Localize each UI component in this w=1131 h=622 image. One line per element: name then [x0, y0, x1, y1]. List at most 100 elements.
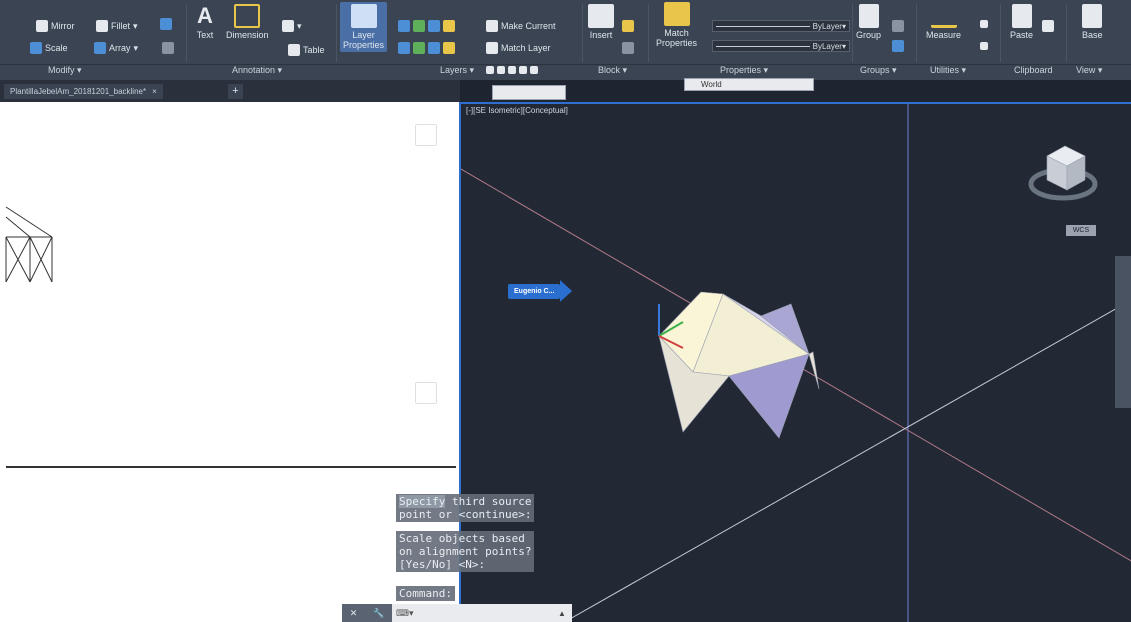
explode-button[interactable]	[162, 42, 174, 54]
layer-lock-icon[interactable]	[428, 20, 440, 32]
edit-block-icon	[622, 42, 634, 54]
dimension-button[interactable]: Dimension	[226, 4, 269, 40]
utilities-panel-label[interactable]: Utilities ▾	[930, 65, 966, 76]
panel-separator	[582, 4, 583, 62]
lineweight-combo[interactable]: ByLayer ▾	[712, 40, 850, 52]
wrench-icon[interactable]: 🔧	[373, 608, 384, 619]
color-square-icon[interactable]	[519, 66, 527, 74]
layer-tools-row2	[398, 42, 455, 54]
match-layer-button[interactable]: Match Layer	[486, 42, 551, 54]
lightbulb-icon[interactable]	[486, 66, 494, 74]
layer-thaw-icon[interactable]	[413, 42, 425, 54]
panel-separator	[186, 4, 187, 62]
layer-properties-icon	[350, 4, 377, 28]
zoom-icon[interactable]	[415, 152, 437, 162]
layer-name-icon[interactable]	[530, 66, 538, 74]
point-button[interactable]	[980, 20, 988, 28]
match-properties-button[interactable]: Match Properties	[656, 2, 697, 48]
block-panel-label[interactable]: Block ▾	[598, 65, 627, 76]
layers-panel-label[interactable]: Layers ▾	[440, 65, 474, 76]
group-icon	[858, 4, 879, 28]
orbit-icon[interactable]	[415, 382, 437, 404]
group-select-icon	[892, 40, 904, 52]
layer-properties-button[interactable]: Layer Properties	[340, 2, 388, 52]
text-button[interactable]: A Text	[192, 4, 218, 41]
ucs-world-combo[interactable]: World	[684, 78, 814, 91]
insert-button[interactable]: Insert	[588, 4, 614, 40]
left-viewport[interactable]	[0, 102, 459, 622]
measure-button[interactable]: Measure	[926, 4, 961, 40]
measure-icon	[930, 4, 957, 28]
fillet-button[interactable]: Fillet ▾	[96, 20, 138, 32]
right-viewport[interactable]	[459, 102, 1131, 622]
annotation-panel-label[interactable]: Annotation ▾	[232, 65, 282, 76]
ribbon: Mirror Fillet ▾ Scale Array ▾ Modify ▾ A…	[0, 0, 1131, 80]
close-icon[interactable]: ✕	[350, 608, 358, 619]
chevron-down-icon: ▾	[841, 21, 846, 31]
dome-model[interactable]	[658, 291, 820, 439]
edit-block-button[interactable]	[622, 42, 634, 54]
left-drawing	[5, 206, 53, 283]
file-tab[interactable]: PlantillaJebelAm_20181201_backline* ×	[4, 84, 163, 99]
layer-freeze-icon[interactable]	[413, 20, 425, 32]
command-input[interactable]: ⌨▾	[392, 608, 558, 619]
group-button[interactable]: Group	[856, 4, 881, 40]
create-block-icon	[622, 20, 634, 32]
layer-unisolate-icon[interactable]	[398, 42, 410, 54]
linetype-combo[interactable]: ByLayer ▾	[712, 20, 850, 32]
paste-button[interactable]: Paste	[1010, 4, 1033, 40]
panel-separator	[852, 4, 853, 62]
viewport-controls-label[interactable]: [-][SE Isometric][Conceptual]	[466, 106, 568, 115]
view-panel-label[interactable]: View ▾	[1076, 65, 1102, 76]
sun-icon[interactable]	[497, 66, 505, 74]
group-select-button[interactable]	[892, 40, 904, 52]
copy-icon	[1042, 20, 1054, 32]
layer-dropdown[interactable]	[492, 85, 566, 100]
lineweight-line	[716, 45, 810, 47]
base-button[interactable]: Base	[1082, 4, 1103, 40]
copy-button[interactable]	[1042, 20, 1054, 32]
paste-icon	[1011, 4, 1032, 28]
chevron-down-icon: ▾	[133, 20, 138, 31]
groups-panel-label[interactable]: Groups ▾	[860, 65, 897, 76]
zoom-extents-icon[interactable]	[415, 410, 437, 420]
file-tab-bar: PlantillaJebelAm_20181201_backline* × +	[0, 80, 460, 102]
layer-unlock-icon[interactable]	[428, 42, 440, 54]
scale-icon	[30, 42, 42, 54]
pan-icon[interactable]	[415, 124, 437, 146]
panel-separator	[336, 4, 337, 62]
close-icon[interactable]: ×	[152, 84, 157, 99]
calculator-icon	[980, 42, 988, 50]
mirror-button[interactable]: Mirror	[36, 20, 75, 32]
chevron-down-icon: ▾	[133, 42, 139, 53]
crosshair-icon	[980, 20, 988, 28]
chevron-up-icon[interactable]: ▲	[558, 609, 572, 618]
wcs-menu[interactable]: WCS	[1066, 225, 1096, 236]
modify-panel-label[interactable]: Modify ▾	[48, 65, 82, 76]
viewcube[interactable]	[1028, 145, 1098, 201]
layer-walk-icon[interactable]	[443, 42, 455, 54]
viewport-divider-line	[6, 466, 456, 468]
clipboard-panel-label[interactable]: Clipboard	[1014, 65, 1053, 75]
chevron-down-icon: ▾	[297, 20, 302, 31]
panel-separator	[648, 4, 649, 62]
create-block-button[interactable]	[622, 20, 634, 32]
navigation-bar-right[interactable]	[1115, 256, 1131, 408]
match-properties-icon	[663, 2, 690, 26]
new-tab-button[interactable]: +	[228, 84, 243, 99]
layer-iso-icon[interactable]	[443, 20, 455, 32]
calculator-button[interactable]	[980, 42, 988, 50]
array-button[interactable]: Array ▾	[94, 42, 138, 54]
make-current-button[interactable]: Make Current	[486, 20, 556, 32]
tooltip-arrow-icon	[560, 280, 573, 302]
erase-button[interactable]	[160, 18, 172, 30]
scale-button[interactable]: Scale	[30, 42, 68, 54]
leader-button[interactable]: ▾	[282, 20, 302, 32]
ungroup-button[interactable]	[892, 20, 904, 32]
layer-state-icons	[486, 66, 538, 74]
properties-panel-label[interactable]: Properties ▾	[720, 65, 768, 76]
table-button[interactable]: Table	[288, 44, 325, 56]
layer-tools-row1	[398, 20, 455, 32]
layer-off-icon[interactable]	[398, 20, 410, 32]
lock-icon[interactable]	[508, 66, 516, 74]
